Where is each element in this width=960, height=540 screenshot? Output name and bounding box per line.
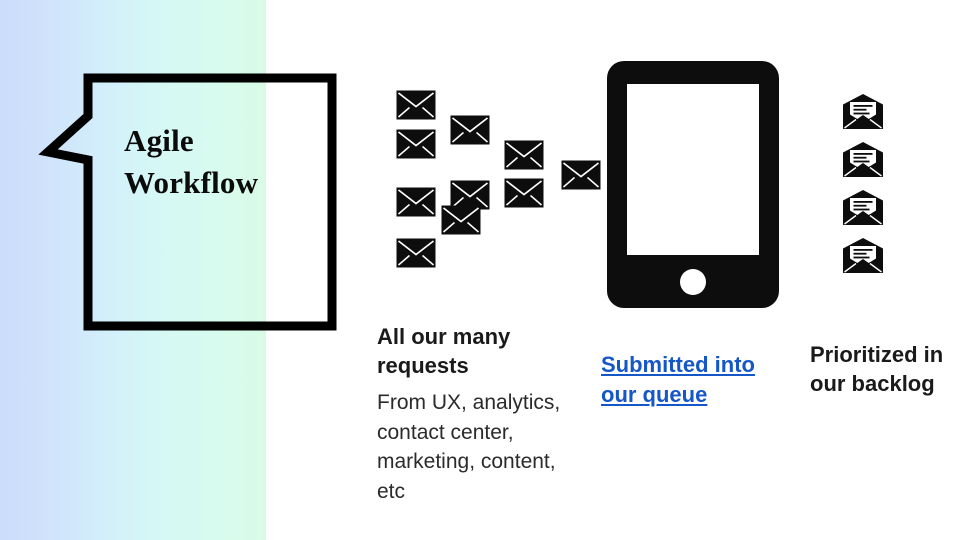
slide-canvas: Agile Workflow All our many requests Fro… xyxy=(0,0,960,540)
open-envelope-icon xyxy=(843,142,883,177)
open-envelope-icon xyxy=(843,190,883,225)
speech-bubble: Agile Workflow xyxy=(38,73,337,331)
caption-backlog-heading: Prioritized in our backlog xyxy=(810,342,944,396)
caption-queue-link[interactable]: Submitted into our queue xyxy=(601,350,786,410)
closed-envelope-icon xyxy=(450,115,490,145)
closed-envelope-icon xyxy=(396,129,436,159)
tablet-icon xyxy=(606,60,780,309)
open-envelope-icon xyxy=(843,94,883,129)
caption-requests-heading: All our many requests xyxy=(377,324,511,378)
caption-requests-body: From UX, analytics, contact center, mark… xyxy=(377,391,561,503)
closed-envelope-icon xyxy=(561,160,601,190)
bubble-title: Agile Workflow xyxy=(124,123,259,200)
closed-envelope-icon xyxy=(396,238,436,268)
closed-envelope-icon xyxy=(504,178,544,208)
open-envelope-icon xyxy=(843,238,883,273)
closed-envelope-icon xyxy=(396,90,436,120)
closed-envelope-icon xyxy=(504,140,544,170)
closed-envelope-icon xyxy=(441,205,481,235)
closed-envelope-icon xyxy=(396,187,436,217)
